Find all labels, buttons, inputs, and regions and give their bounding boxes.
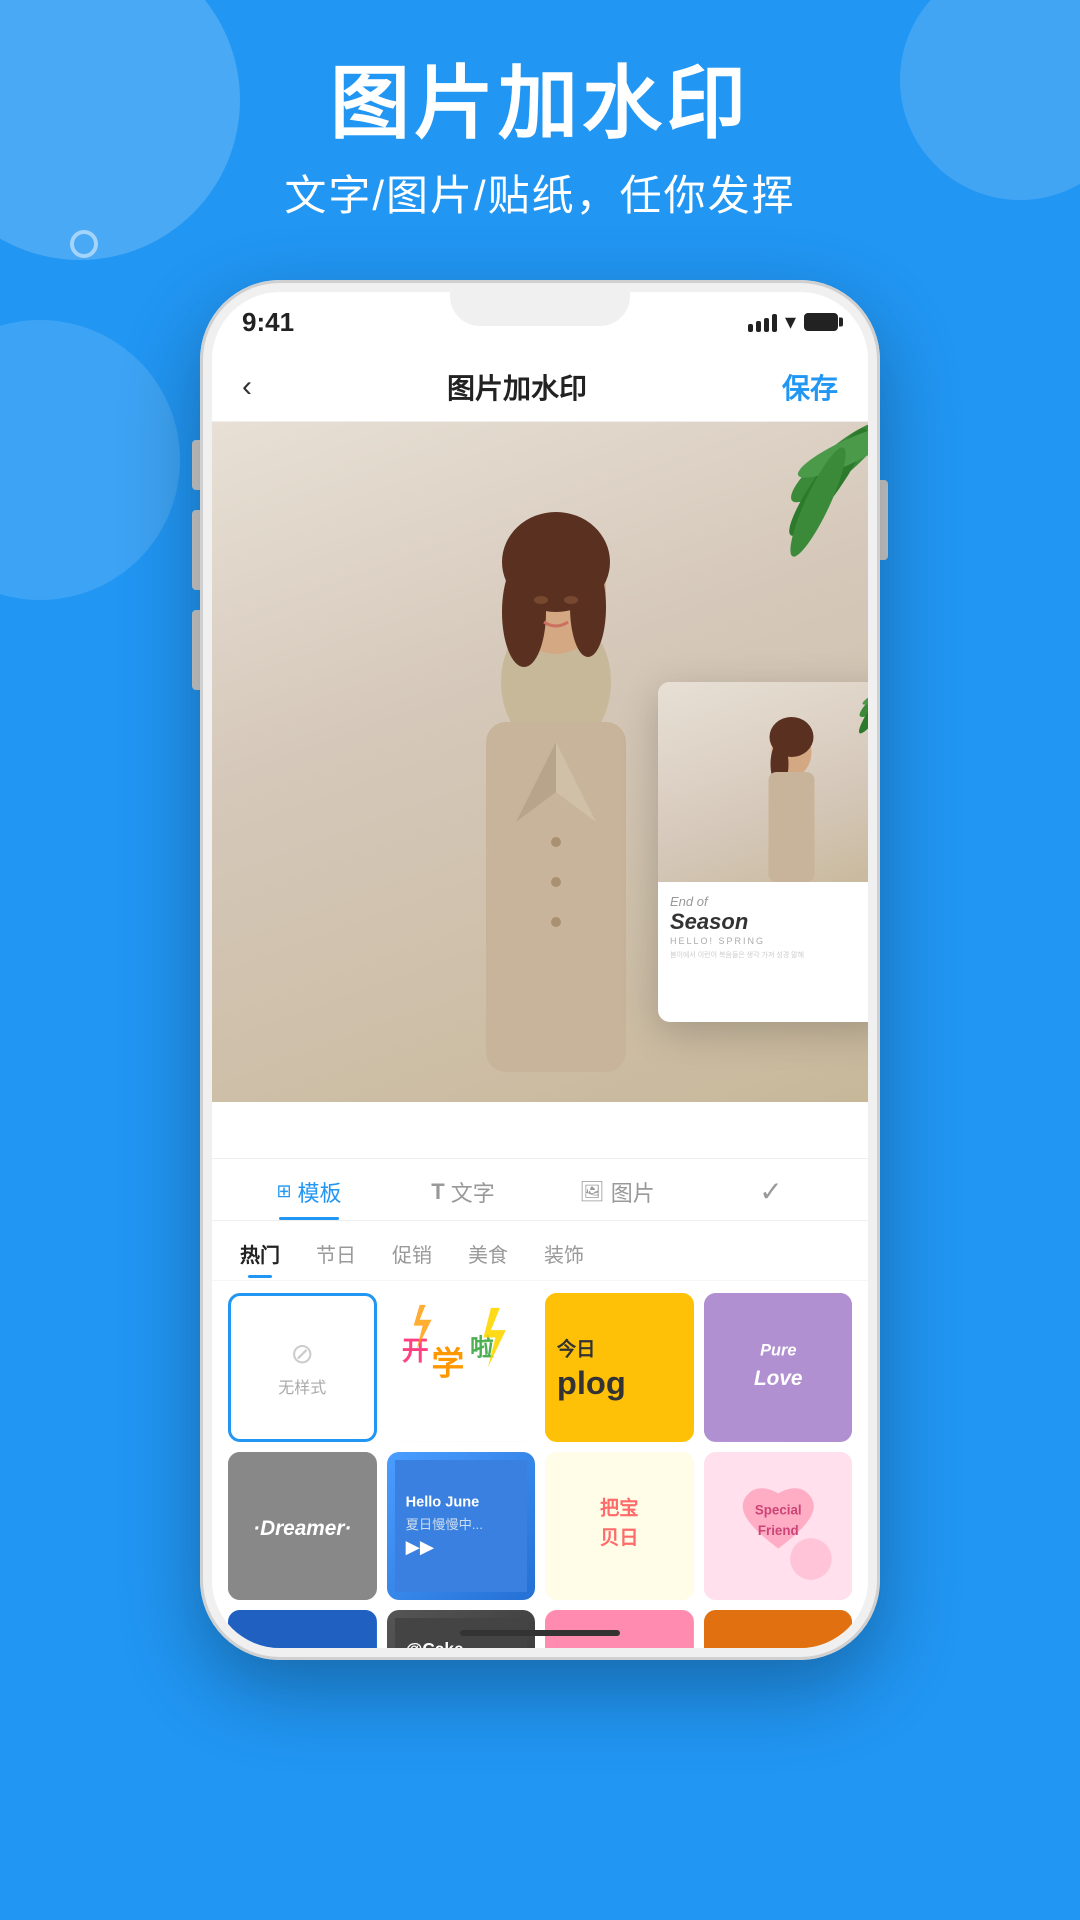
signal-bar-1	[748, 324, 753, 332]
category-festival[interactable]: 节日	[308, 1235, 364, 1272]
header-title: 图片加水印	[0, 60, 1080, 148]
category-bar: 热门 节日 促销 美食 装饰	[212, 1221, 868, 1281]
home-indicator	[460, 1630, 620, 1636]
tab-text[interactable]: T 文字	[403, 1176, 523, 1220]
svg-text:学: 学	[431, 1345, 464, 1382]
check-icon: ✓	[759, 1175, 782, 1208]
volume-down-button	[192, 610, 200, 690]
template-none[interactable]: ⊘ 无样式	[228, 1293, 377, 1442]
phone-screen: 9:41 ▾ ‹ 图片加水印 保存	[212, 292, 868, 1648]
template-icon: ⊞	[276, 1181, 291, 1202]
template-special-friend[interactable]: Special Friend	[704, 1452, 853, 1601]
card-text: End of Season HELLO! SPRING 봄이에서 이런이 복음들…	[658, 882, 868, 972]
text-icon: T	[431, 1179, 444, 1205]
nav-title: 图片加水印	[447, 367, 587, 407]
phone-notch	[450, 292, 630, 326]
template-spicy[interactable]: 火辣辣	[704, 1610, 853, 1648]
svg-text:Hello June: Hello June	[405, 1494, 479, 1510]
nav-bar: ‹ 图片加水印 保存	[212, 352, 868, 422]
svg-text:▶▶: ▶▶	[405, 1535, 434, 1556]
tab-check[interactable]: ✓	[711, 1175, 831, 1220]
tab-text-content: T 文字	[431, 1176, 494, 1208]
svg-text:Pure: Pure	[760, 1341, 796, 1359]
signal-icon	[748, 312, 777, 332]
image-icon: 🖼	[579, 1179, 604, 1204]
svg-text:把宝: 把宝	[600, 1496, 639, 1519]
tab-template-label: 模板	[298, 1176, 342, 1208]
template-hello-june[interactable]: Hello June 夏日慢慢中... ▶▶	[387, 1452, 536, 1601]
category-decor[interactable]: 装饰	[536, 1235, 592, 1272]
template-grid: ⊘ 无样式 开 学 啦	[212, 1281, 868, 1648]
main-photo-area: End of Season HELLO! SPRING 봄이에서 이런이 복음들…	[212, 422, 868, 1102]
category-promo[interactable]: 促销	[384, 1235, 440, 1272]
category-food[interactable]: 美食	[460, 1235, 516, 1272]
template-baobao[interactable]: 把宝 贝日	[545, 1452, 694, 1601]
header-subtitle: 文字/图片/贴纸，任你发挥	[0, 162, 1080, 223]
no-style-icon: ⊘	[291, 1337, 314, 1370]
svg-text:Special: Special	[754, 1502, 801, 1517]
svg-text:Friend: Friend	[757, 1523, 798, 1538]
template-cake[interactable]: @Cake 一个甜蜜的 下午...	[387, 1610, 536, 1648]
header-section: 图片加水印 文字/图片/贴纸，任你发挥	[0, 60, 1080, 223]
wifi-icon: ▾	[785, 309, 796, 335]
svg-text:夏日慢慢中...: 夏日慢慢中...	[405, 1515, 482, 1531]
template-summer[interactable]: SUMMER	[228, 1610, 377, 1648]
signal-bar-4	[772, 314, 777, 332]
template-dreamer[interactable]: ·Dreamer·	[228, 1452, 377, 1601]
template-plog[interactable]: 今日 plog	[545, 1293, 694, 1442]
signal-bar-2	[756, 321, 761, 332]
tab-template-content: ⊞ 模板	[276, 1176, 341, 1208]
bg-circle-midleft	[0, 320, 180, 600]
svg-text:开: 开	[401, 1336, 428, 1366]
template-meimei[interactable]: 媚媚 相似	[545, 1610, 694, 1648]
volume-up-button	[192, 510, 200, 590]
back-button[interactable]: ‹	[242, 370, 252, 404]
tab-bar: ⊞ 模板 T 文字 🖼 图片	[212, 1159, 868, 1221]
category-hot[interactable]: 热门	[232, 1235, 288, 1272]
phone-mockup: 9:41 ▾ ‹ 图片加水印 保存	[200, 280, 880, 1680]
battery-icon	[804, 313, 838, 331]
bg-circle-small	[70, 230, 98, 258]
status-icons: ▾	[748, 309, 838, 335]
mute-button	[192, 440, 200, 490]
save-button[interactable]: 保存	[782, 367, 838, 407]
power-button	[880, 480, 888, 560]
tab-template[interactable]: ⊞ 模板	[249, 1176, 369, 1220]
svg-text:plog: plog	[557, 1364, 626, 1401]
card-desc: 봄이에서 이런이 복음들은 생각 가져 성경 말해	[670, 950, 868, 960]
card-photo	[658, 682, 868, 882]
palm-leaves-decoration	[708, 422, 868, 622]
tab-text-label: 文字	[451, 1176, 495, 1208]
svg-text:Love: Love	[753, 1367, 802, 1390]
svg-text:·Dreamer·: ·Dreamer·	[253, 1517, 351, 1540]
bottom-panel: ⊞ 模板 T 文字 🖼 图片	[212, 1158, 868, 1648]
signal-bar-3	[764, 318, 769, 332]
no-style-label: 无样式	[278, 1374, 326, 1398]
template-love[interactable]: Pure Love	[704, 1293, 853, 1442]
svg-text:@Cake: @Cake	[405, 1639, 463, 1648]
card-subtitle: HELLO! SPRING	[670, 936, 868, 946]
svg-text:贝日: 贝日	[600, 1528, 639, 1549]
status-time: 9:41	[242, 307, 294, 338]
floating-watermark-card: End of Season HELLO! SPRING 봄이에서 이런이 복음들…	[658, 682, 868, 1022]
template-kaixin[interactable]: 开 学 啦	[387, 1293, 536, 1442]
card-line1: End of	[670, 894, 868, 910]
tab-image-label: 图片	[611, 1176, 655, 1208]
fashion-photo: End of Season HELLO! SPRING 봄이에서 이런이 복음들…	[212, 422, 868, 1102]
tab-image[interactable]: 🖼 图片	[557, 1176, 677, 1220]
tab-image-content: 🖼 图片	[579, 1176, 654, 1208]
svg-text:今日: 今日	[557, 1337, 596, 1360]
phone-frame: 9:41 ▾ ‹ 图片加水印 保存	[200, 280, 880, 1660]
card-line2: Season	[670, 910, 868, 934]
